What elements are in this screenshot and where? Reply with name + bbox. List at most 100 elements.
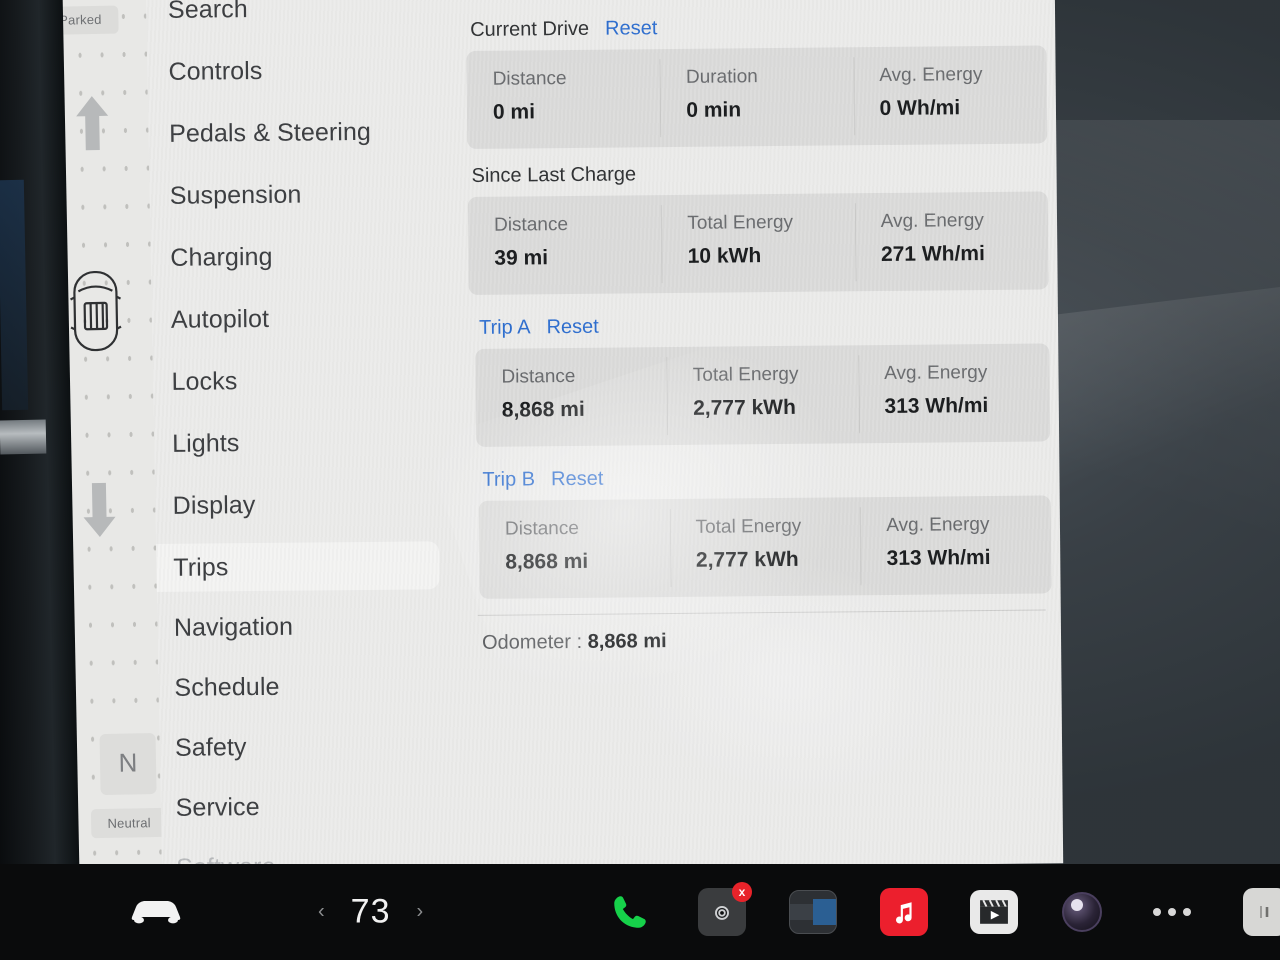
sidebar-item-search[interactable]: Search xyxy=(98,0,434,35)
temperature-value[interactable]: 73 xyxy=(351,893,391,932)
gear-label-neutral[interactable]: Neutral xyxy=(90,807,163,839)
section-since-last-charge: Since Last Charge Distance 39 mi Total E… xyxy=(467,159,1049,295)
phone-icon[interactable] xyxy=(608,890,652,934)
settings-panel: Search Controls Pedals & Steering Suspen… xyxy=(79,0,1064,873)
stat-value: 0 min xyxy=(686,98,742,122)
sidebar-item-label: Trips xyxy=(173,552,229,582)
info-card-icon[interactable] xyxy=(1243,888,1280,936)
stat-value: 271 Wh/mi xyxy=(880,242,985,267)
stat-value: 2,777 kWh xyxy=(695,547,799,572)
stat-label: Distance xyxy=(493,214,569,236)
stat-cell: Distance 39 mi xyxy=(468,195,662,295)
stat-value: 313 Wh/mi xyxy=(884,393,989,418)
section-trip-a: Trip A Reset Distance 8,868 mi Total Ene… xyxy=(469,311,1051,447)
stat-value: 8,868 mi xyxy=(505,549,589,574)
stat-label: Total Energy xyxy=(695,515,802,538)
stats-card: Distance 8,868 mi Total Energy 2,777 kWh… xyxy=(478,495,1052,599)
sidebar-item-suspension[interactable]: Suspension xyxy=(100,169,436,220)
stat-value: 8,868 mi xyxy=(501,397,585,422)
stat-label: Avg. Energy xyxy=(879,64,983,87)
stat-cell: Avg. Energy 271 Wh/mi xyxy=(854,191,1048,291)
stats-card: Distance 39 mi Total Energy 10 kWh Avg. … xyxy=(467,191,1049,295)
odometer-label: Odometer : xyxy=(481,630,583,654)
section-trip-b: Trip B Reset Distance 8,868 mi Total Ene… xyxy=(470,463,1052,599)
sidebar-item-label: Navigation xyxy=(173,612,294,642)
stat-value: 0 Wh/mi xyxy=(879,96,961,121)
stats-card: Distance 8,868 mi Total Energy 2,777 kWh… xyxy=(475,343,1051,447)
reset-current-drive-button[interactable]: Reset xyxy=(605,17,657,41)
stat-cell: Total Energy 2,777 kWh xyxy=(667,345,859,445)
stat-cell: Avg. Energy 313 Wh/mi xyxy=(860,495,1052,595)
section-header: Since Last Charge xyxy=(467,159,1047,188)
stat-value: 10 kWh xyxy=(687,244,762,268)
sidebar-item-pedals-steering[interactable]: Pedals & Steering xyxy=(99,107,435,158)
stat-label: Distance xyxy=(492,68,567,90)
stat-cell: Avg. Energy 313 Wh/mi xyxy=(858,343,1050,443)
stat-value: 39 mi xyxy=(494,246,549,270)
section-title[interactable]: Trip A xyxy=(479,316,531,339)
stat-label: Total Energy xyxy=(692,363,799,386)
sidebar-item-label: Locks xyxy=(171,366,238,396)
dashcam-status-badge: x xyxy=(732,882,752,902)
camera-lens-icon[interactable] xyxy=(1060,890,1104,934)
more-dots-icon[interactable] xyxy=(1148,897,1196,927)
stat-value: 313 Wh/mi xyxy=(886,545,991,570)
stat-value: 0 mi xyxy=(492,100,536,124)
stat-cell: Distance 8,868 mi xyxy=(479,499,671,599)
stat-cell: Duration 0 min xyxy=(660,47,854,147)
car-top-view-icon xyxy=(69,269,123,354)
bottom-taskbar: ‹ 73 › x xyxy=(0,864,1280,960)
sidebar-item-label: Charging xyxy=(170,242,273,272)
sidebar-item-label: Service xyxy=(175,792,260,822)
sidebar-item-label: Lights xyxy=(171,428,240,458)
section-title: Since Last Charge xyxy=(471,163,637,187)
dot xyxy=(1183,908,1191,916)
arrow-up-drive-icon[interactable] xyxy=(70,92,115,155)
stat-cell: Total Energy 2,777 kWh xyxy=(669,497,861,597)
odometer-divider xyxy=(477,609,1046,616)
section-header: Current Drive Reset xyxy=(466,13,1046,42)
odometer-value: 8,868 mi xyxy=(587,630,667,653)
section-header: Trip A Reset xyxy=(469,311,1049,340)
section-current-drive: Current Drive Reset Distance 0 mi Durati… xyxy=(466,13,1048,149)
section-title: Current Drive xyxy=(470,17,590,41)
temp-decrease-button[interactable]: ‹ xyxy=(318,901,325,924)
trips-content: Current Drive Reset Distance 0 mi Durati… xyxy=(466,13,1052,655)
sidebar-item-label: Controls xyxy=(168,56,263,86)
reset-trip-b-button[interactable]: Reset xyxy=(551,468,603,492)
stat-cell: Total Energy 10 kWh xyxy=(661,193,855,293)
sidebar-item-label: Schedule xyxy=(174,672,280,702)
stat-label: Distance xyxy=(501,365,576,388)
stat-value: 2,777 kWh xyxy=(693,395,796,420)
music-note-icon[interactable] xyxy=(880,888,928,936)
arrow-down-reverse-icon[interactable] xyxy=(77,479,122,542)
dot xyxy=(1153,908,1161,916)
gear-letter-neutral[interactable]: N xyxy=(99,733,157,796)
sidebar-item-label: Search xyxy=(167,0,248,24)
stat-label: Total Energy xyxy=(687,211,794,234)
stats-card: Distance 0 mi Duration 0 min Avg. Energy… xyxy=(466,45,1048,149)
sidebar-item-controls[interactable]: Controls xyxy=(98,45,434,96)
stat-label: Avg. Energy xyxy=(884,362,988,384)
sidebar-item-label: Pedals & Steering xyxy=(169,117,372,148)
car-icon[interactable] xyxy=(128,892,184,932)
dashcam-icon[interactable]: x xyxy=(698,882,752,936)
section-header: Trip B Reset xyxy=(470,463,1050,492)
stat-cell: Distance 0 mi xyxy=(466,49,660,149)
theater-clapboard-icon[interactable] xyxy=(970,890,1018,934)
odometer-row: Odometer : 8,868 mi xyxy=(472,626,1052,655)
sidebar-item-label: Safety xyxy=(174,732,247,762)
section-title[interactable]: Trip B xyxy=(482,468,535,492)
sidebar-item-label: Suspension xyxy=(169,180,302,210)
temp-increase-button[interactable]: › xyxy=(417,901,424,924)
temperature-control: ‹ 73 › xyxy=(318,893,423,932)
stat-cell: Avg. Energy 0 Wh/mi xyxy=(853,45,1047,145)
stat-label: Distance xyxy=(504,517,579,540)
window-icon[interactable] xyxy=(789,890,837,934)
sidebar-item-label: Autopilot xyxy=(170,304,270,334)
stat-label: Avg. Energy xyxy=(886,513,990,536)
reset-trip-a-button[interactable]: Reset xyxy=(546,316,598,340)
stat-cell: Distance 8,868 mi xyxy=(475,347,667,447)
stat-label: Avg. Energy xyxy=(880,210,984,233)
bezel-reflection-highlight xyxy=(0,419,47,455)
